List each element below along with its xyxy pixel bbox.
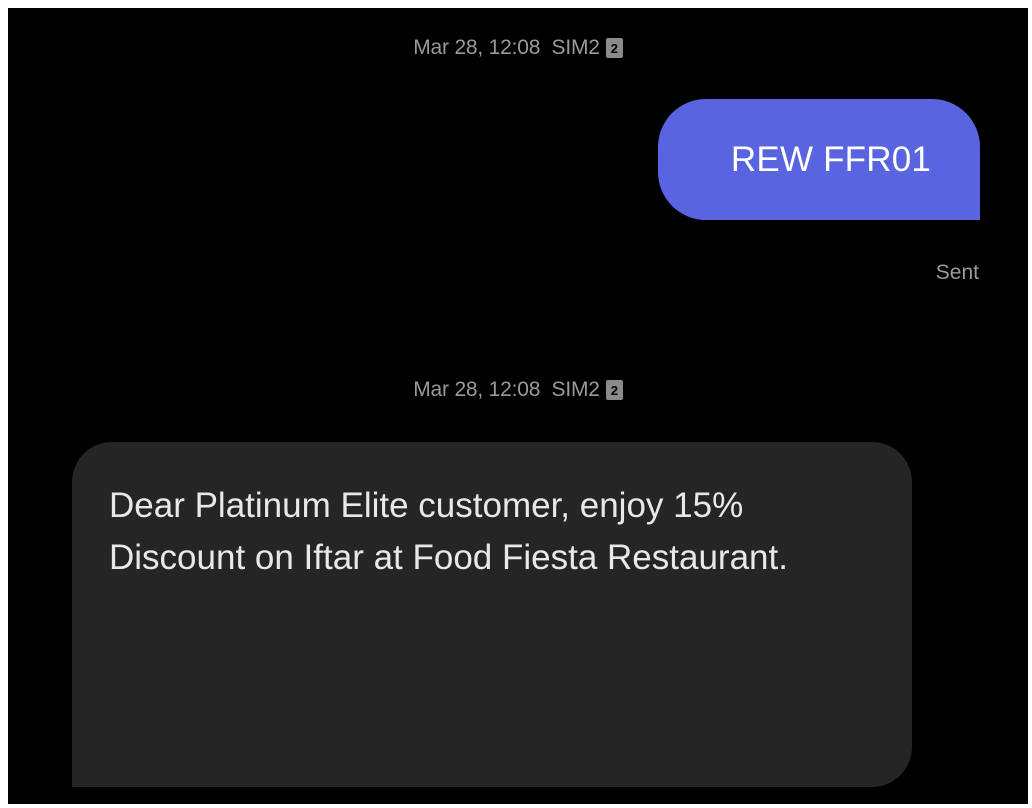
received-message-text: Dear Platinum Elite customer, enjoy 15% … xyxy=(109,486,788,577)
sent-message-bubble[interactable]: REW FFR01 xyxy=(658,99,980,220)
received-message-bubble[interactable]: Dear Platinum Elite customer, enjoy 15% … xyxy=(72,442,912,787)
message-thread: Mar 28, 12:08 SIM2 2 REW FFR01 Sent Mar … xyxy=(8,8,1028,804)
sim-card-2-icon: 2 xyxy=(605,380,623,400)
message-timestamp: Mar 28, 12:08 SIM2 2 xyxy=(8,36,1028,60)
message-timestamp: Mar 28, 12:08 SIM2 2 xyxy=(8,378,1028,402)
sim-label: SIM2 xyxy=(551,36,600,59)
sent-message-text: REW FFR01 xyxy=(730,139,932,179)
timestamp-text: Mar 28, 12:08 xyxy=(413,36,541,59)
sim-label: SIM2 xyxy=(551,378,600,401)
sim-card-2-icon: 2 xyxy=(605,38,623,58)
timestamp-text: Mar 28, 12:08 xyxy=(413,378,541,401)
message-status: Sent xyxy=(935,261,979,284)
